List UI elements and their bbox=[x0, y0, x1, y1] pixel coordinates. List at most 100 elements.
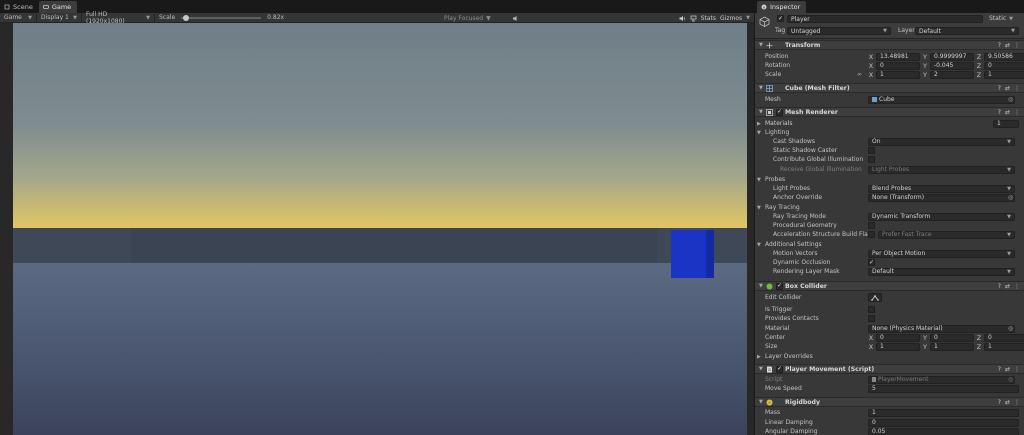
move-speed-field[interactable]: 5 bbox=[868, 384, 1019, 393]
materials-count-field[interactable]: 1 bbox=[993, 119, 1019, 128]
mesh-filter-component-header[interactable]: ▼ Cube (Mesh Filter) ? ⇄ ⋮ bbox=[755, 83, 1024, 93]
preset-icon[interactable]: ⇄ bbox=[1005, 42, 1010, 49]
scale-slider-knob[interactable] bbox=[182, 14, 189, 21]
size-z-field[interactable]: 1 bbox=[984, 342, 1024, 351]
transform-component-header[interactable]: ▼ Transform ? ⇄ ⋮ bbox=[755, 40, 1024, 50]
preset-icon[interactable]: ⇄ bbox=[1005, 109, 1010, 116]
collider-material-field[interactable]: None (Physics Material) bbox=[868, 324, 1015, 333]
collapse-arrow-icon[interactable]: ▼ bbox=[759, 399, 763, 405]
object-picker-icon[interactable]: ◎ bbox=[1008, 325, 1013, 332]
lighting-section[interactable]: ▼ Lighting bbox=[755, 128, 1024, 137]
help-icon[interactable]: ? bbox=[998, 366, 1001, 373]
mesh-renderer-component-header[interactable]: ▼ ✓ Mesh Renderer ? ⇄ ⋮ bbox=[755, 107, 1024, 117]
rigidbody-component-header[interactable]: ▼ Rigidbody ? ⇄ ⋮ bbox=[755, 397, 1024, 407]
play-focused-dropdown[interactable]: Play Focused ▼ bbox=[444, 13, 519, 23]
game-mode-dropdown[interactable]: Game ▼ bbox=[0, 13, 36, 23]
collapse-arrow-icon[interactable]: ▼ bbox=[757, 177, 761, 183]
edit-collider-button[interactable] bbox=[868, 293, 882, 302]
collapse-arrow-icon[interactable]: ▼ bbox=[759, 42, 763, 48]
mesh-object-field[interactable]: Cube bbox=[868, 95, 1015, 104]
collapse-arrow-icon[interactable]: ▼ bbox=[757, 242, 761, 248]
tab-scene[interactable]: Scene bbox=[0, 1, 39, 13]
object-active-checkbox[interactable]: ✓ bbox=[777, 15, 784, 22]
collapse-arrow-icon[interactable]: ▼ bbox=[759, 366, 763, 372]
tab-inspector[interactable]: Inspector bbox=[757, 1, 807, 13]
position-x-field[interactable]: 13.48981 bbox=[876, 52, 920, 61]
motion-vectors-dropdown[interactable]: Per Object Motion ▼ bbox=[868, 249, 1015, 258]
rotation-x-field[interactable]: 0 bbox=[876, 61, 920, 70]
static-shadow-checkbox[interactable] bbox=[868, 147, 875, 154]
rendering-debugger-icon[interactable] bbox=[690, 15, 697, 22]
contribute-gi-checkbox[interactable] bbox=[868, 156, 875, 163]
constrain-proportions-link-icon[interactable]: ∞ bbox=[857, 71, 862, 78]
volume-icon[interactable] bbox=[512, 15, 519, 22]
expand-arrow-icon[interactable]: ▶ bbox=[757, 121, 761, 127]
expand-arrow-icon[interactable]: ▶ bbox=[757, 354, 761, 360]
preset-icon[interactable]: ⇄ bbox=[1005, 85, 1010, 92]
collapse-arrow-icon[interactable]: ▼ bbox=[759, 109, 763, 115]
resolution-dropdown[interactable]: Full HD (1920x1080) ▼ bbox=[82, 11, 154, 25]
scale-z-field[interactable]: 1 bbox=[984, 70, 1024, 79]
materials-row[interactable]: ▶ Materials 1 bbox=[755, 119, 1024, 128]
preset-icon[interactable]: ⇄ bbox=[1005, 366, 1010, 373]
size-x-field[interactable]: 1 bbox=[876, 342, 920, 351]
scale-y-field[interactable]: 2 bbox=[930, 70, 974, 79]
box-collider-enabled-checkbox[interactable]: ✓ bbox=[776, 282, 783, 290]
accel-structure-override-checkbox[interactable] bbox=[868, 231, 875, 238]
stats-toggle[interactable]: Stats bbox=[701, 15, 716, 22]
kebab-menu-icon[interactable]: ⋮ bbox=[1014, 366, 1020, 373]
help-icon[interactable]: ? bbox=[998, 42, 1001, 49]
probes-section[interactable]: ▼ Probes bbox=[755, 175, 1024, 184]
collapse-arrow-icon[interactable]: ▼ bbox=[757, 130, 761, 136]
kebab-menu-icon[interactable]: ⋮ bbox=[1014, 109, 1020, 116]
player-movement-enabled-checkbox[interactable]: ✓ bbox=[776, 365, 783, 373]
help-icon[interactable]: ? bbox=[998, 399, 1001, 406]
is-trigger-checkbox[interactable] bbox=[868, 306, 875, 313]
kebab-menu-icon[interactable]: ⋮ bbox=[1014, 283, 1020, 290]
position-y-field[interactable]: 0.9999997 bbox=[930, 52, 974, 61]
provides-contacts-checkbox[interactable] bbox=[868, 315, 875, 322]
anchor-override-field[interactable]: None (Transform) bbox=[868, 193, 1015, 202]
player-movement-component-header[interactable]: ▼ ✓ Player Movement (Script) ? ⇄ ⋮ bbox=[755, 364, 1024, 374]
cast-shadows-dropdown[interactable]: On ▼ bbox=[868, 137, 1015, 146]
collapse-arrow-icon[interactable]: ▼ bbox=[757, 205, 761, 211]
angular-damping-field[interactable]: 0.05 bbox=[868, 427, 1019, 435]
scale-slider[interactable] bbox=[181, 14, 262, 21]
dynamic-occlusion-checkbox[interactable]: ✓ bbox=[868, 259, 875, 266]
layer-dropdown[interactable]: Default ▼ bbox=[915, 27, 1019, 35]
mesh-renderer-enabled-checkbox[interactable]: ✓ bbox=[776, 108, 783, 116]
box-collider-component-header[interactable]: ▼ ✓ Box Collider ? ⇄ ⋮ bbox=[755, 281, 1024, 291]
collapse-arrow-icon[interactable]: ▼ bbox=[759, 85, 763, 91]
ray-tracing-section[interactable]: ▼ Ray Tracing bbox=[755, 203, 1024, 212]
display-dropdown[interactable]: Display 1 ▼ bbox=[37, 13, 81, 23]
help-icon[interactable]: ? bbox=[998, 283, 1001, 290]
game-viewport[interactable] bbox=[13, 23, 747, 435]
preset-icon[interactable]: ⇄ bbox=[1005, 399, 1010, 406]
preset-icon[interactable]: ⇄ bbox=[1005, 283, 1010, 290]
scale-x-field[interactable]: 1 bbox=[876, 70, 920, 79]
tab-game[interactable]: Game bbox=[38, 1, 78, 13]
kebab-menu-icon[interactable]: ⋮ bbox=[1014, 42, 1020, 49]
rotation-y-field[interactable]: -0.045 bbox=[930, 61, 974, 70]
static-dropdown-chevron-icon[interactable]: ▼ bbox=[1009, 16, 1013, 22]
rendering-layer-dropdown[interactable]: Default ▼ bbox=[868, 267, 1015, 276]
audio-mute-icon[interactable] bbox=[679, 15, 686, 22]
object-picker-icon[interactable]: ◎ bbox=[1008, 96, 1013, 103]
center-x-field[interactable]: 0 bbox=[876, 333, 920, 342]
layer-overrides-section[interactable]: ▶ Layer Overrides bbox=[755, 352, 1024, 361]
collapse-arrow-icon[interactable]: ▼ bbox=[759, 283, 763, 289]
kebab-menu-icon[interactable]: ⋮ bbox=[1014, 399, 1020, 406]
chevron-down-icon[interactable]: ▼ bbox=[746, 15, 750, 21]
object-picker-icon[interactable]: ◎ bbox=[1008, 194, 1013, 201]
kebab-menu-icon[interactable]: ⋮ bbox=[1014, 85, 1020, 92]
ray-tracing-mode-dropdown[interactable]: Dynamic Transform ▼ bbox=[868, 212, 1015, 221]
linear-damping-field[interactable]: 0 bbox=[868, 418, 1019, 427]
help-icon[interactable]: ? bbox=[998, 109, 1001, 116]
mass-field[interactable]: 1 bbox=[868, 408, 1019, 417]
size-y-field[interactable]: 1 bbox=[930, 342, 974, 351]
light-probes-dropdown[interactable]: Blend Probes ▼ bbox=[868, 184, 1015, 193]
additional-settings-section[interactable]: ▼ Additional Settings bbox=[755, 240, 1024, 249]
rotation-z-field[interactable]: 0 bbox=[984, 61, 1024, 70]
object-name-input[interactable]: Player bbox=[787, 15, 983, 23]
center-z-field[interactable]: 0 bbox=[984, 333, 1024, 342]
